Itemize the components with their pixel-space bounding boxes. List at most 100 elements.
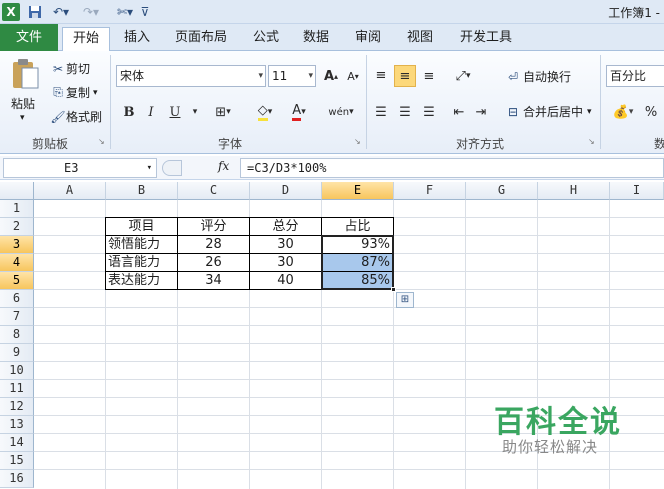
grow-font-icon[interactable]: A ▴ bbox=[320, 65, 342, 87]
table-cell[interactable]: 93% bbox=[322, 236, 390, 254]
fill-color-icon[interactable]: ◇ ▾ bbox=[250, 101, 280, 123]
excel-app-icon[interactable]: X bbox=[2, 3, 20, 21]
wrap-text-button[interactable]: ⏎ 自动换行 bbox=[503, 68, 571, 85]
row-header[interactable]: 4 bbox=[0, 254, 34, 272]
table-cell[interactable]: 87% bbox=[322, 254, 390, 272]
row-header[interactable]: 9 bbox=[0, 344, 34, 362]
table-cell[interactable]: 语言能力 bbox=[108, 254, 177, 272]
tab-formulas[interactable]: 公式 bbox=[246, 27, 286, 51]
row-header[interactable]: 13 bbox=[0, 416, 34, 434]
row-header[interactable]: 14 bbox=[0, 434, 34, 452]
undo-icon[interactable]: ↶▾ bbox=[50, 3, 72, 21]
table-header-cell[interactable]: 评分 bbox=[178, 218, 249, 236]
customize-quick-access-icon[interactable]: ⊽ bbox=[140, 3, 150, 21]
row-header[interactable]: 15 bbox=[0, 452, 34, 470]
alignment-launcher-icon[interactable]: ↘ bbox=[588, 137, 595, 146]
format-painter-button[interactable]: 🖌 格式刷 bbox=[50, 108, 102, 125]
clipboard-launcher-icon[interactable]: ↘ bbox=[98, 137, 105, 146]
redo-icon[interactable]: ↷▾ bbox=[80, 3, 102, 21]
formula-bar-splitter[interactable] bbox=[162, 160, 182, 176]
row-header[interactable]: 11 bbox=[0, 380, 34, 398]
tab-home[interactable]: 开始 bbox=[62, 27, 110, 52]
table-cell[interactable]: 30 bbox=[250, 254, 321, 272]
tools-icon[interactable]: ✄▾ bbox=[112, 3, 138, 21]
number-format-select[interactable]: 百分比 bbox=[606, 65, 664, 87]
tab-file[interactable]: 文件 bbox=[0, 24, 58, 51]
align-top-icon[interactable]: ≡ bbox=[370, 64, 392, 86]
select-all-corner[interactable] bbox=[0, 182, 34, 200]
column-header-f[interactable]: F bbox=[394, 182, 466, 200]
align-bottom-icon[interactable]: ≡ bbox=[418, 65, 440, 87]
paste-icon[interactable] bbox=[8, 57, 42, 91]
font-name-select[interactable]: 宋体 ▾ bbox=[116, 65, 266, 87]
italic-button[interactable]: I bbox=[140, 101, 162, 123]
name-box-dropdown-icon[interactable]: ▾ bbox=[147, 159, 152, 177]
table-header-cell[interactable]: 总分 bbox=[250, 218, 321, 236]
row-header[interactable]: 16 bbox=[0, 470, 34, 488]
underline-button[interactable]: U bbox=[164, 101, 186, 123]
table-cell[interactable]: 表达能力 bbox=[108, 272, 177, 290]
row-header[interactable]: 12 bbox=[0, 398, 34, 416]
auto-fill-options-icon[interactable]: ⊞ bbox=[396, 292, 414, 308]
tab-data[interactable]: 数据 bbox=[296, 27, 336, 51]
save-icon[interactable] bbox=[26, 3, 44, 21]
formula-input[interactable]: =C3/D3*100% bbox=[240, 158, 664, 178]
underline-dropdown-icon[interactable]: ▾ bbox=[184, 101, 206, 123]
bold-button[interactable]: B bbox=[118, 101, 140, 123]
row-header[interactable]: 7 bbox=[0, 308, 34, 326]
column-header-h[interactable]: H bbox=[538, 182, 610, 200]
align-left-icon[interactable]: ☰ bbox=[370, 101, 392, 123]
font-launcher-icon[interactable]: ↘ bbox=[354, 137, 361, 146]
name-box[interactable]: E3 ▾ bbox=[3, 158, 157, 178]
align-middle-icon[interactable]: ≡ bbox=[394, 65, 416, 87]
tab-insert[interactable]: 插入 bbox=[116, 27, 158, 51]
table-cell[interactable]: 30 bbox=[250, 236, 321, 254]
cut-button[interactable]: ✂ 剪切 bbox=[50, 60, 90, 77]
table-header-cell[interactable]: 项目 bbox=[106, 218, 177, 236]
row-header[interactable]: 8 bbox=[0, 326, 34, 344]
paste-button[interactable]: 粘贴 bbox=[11, 95, 35, 112]
accounting-format-icon[interactable]: 💰 ▾ bbox=[608, 101, 638, 123]
column-header-i[interactable]: I bbox=[610, 182, 664, 200]
align-right-icon[interactable]: ☰ bbox=[418, 101, 440, 123]
font-color-icon[interactable]: A ▾ bbox=[284, 101, 314, 123]
column-header-b[interactable]: B bbox=[106, 182, 178, 200]
tab-page-layout[interactable]: 页面布局 bbox=[168, 27, 234, 51]
paste-dropdown-icon[interactable]: ▾ bbox=[20, 113, 25, 123]
row-header[interactable]: 6 bbox=[0, 290, 34, 308]
table-cell[interactable]: 26 bbox=[178, 254, 249, 272]
tab-review[interactable]: 审阅 bbox=[348, 27, 388, 51]
tab-view[interactable]: 视图 bbox=[400, 27, 440, 51]
borders-icon[interactable]: ⊞ ▾ bbox=[208, 101, 238, 123]
table-header-cell[interactable]: 占比 bbox=[322, 218, 393, 236]
column-header-d[interactable]: D bbox=[250, 182, 322, 200]
row-header[interactable]: 1 bbox=[0, 200, 34, 218]
decrease-indent-icon[interactable]: ⇤ bbox=[448, 101, 470, 123]
row-header[interactable]: 10 bbox=[0, 362, 34, 380]
orientation-icon[interactable]: ⤢ ▾ bbox=[448, 65, 478, 87]
shrink-font-icon[interactable]: A ▾ bbox=[342, 65, 364, 87]
align-center-icon[interactable]: ☰ bbox=[394, 101, 416, 123]
phonetic-icon[interactable]: wén ▾ bbox=[324, 101, 358, 123]
font-size-select[interactable]: 11 ▾ bbox=[268, 65, 316, 87]
table-cell[interactable]: 领悟能力 bbox=[108, 236, 177, 254]
row-header[interactable]: 2 bbox=[0, 218, 34, 236]
column-header-c[interactable]: C bbox=[178, 182, 250, 200]
merge-center-button[interactable]: ⊟ 合并后居中 ▾ bbox=[503, 103, 592, 120]
brush-icon: 🖌 bbox=[50, 109, 66, 124]
table-cell[interactable]: 28 bbox=[178, 236, 249, 254]
row-header[interactable]: 3 bbox=[0, 236, 34, 254]
row-header[interactable]: 5 bbox=[0, 272, 34, 290]
table-cell[interactable]: 34 bbox=[178, 272, 249, 290]
copy-button[interactable]: ⎘ 复制 ▾ bbox=[50, 84, 97, 101]
table-cell[interactable]: 40 bbox=[250, 272, 321, 290]
insert-function-icon[interactable]: fx bbox=[218, 159, 229, 173]
tab-developer[interactable]: 开发工具 bbox=[454, 27, 518, 51]
column-header-a[interactable]: A bbox=[34, 182, 106, 200]
table-cell[interactable]: 85% bbox=[322, 272, 390, 290]
increase-indent-icon[interactable]: ⇥ bbox=[470, 101, 492, 123]
column-header-g[interactable]: G bbox=[466, 182, 538, 200]
watermark-title: 百科全说 bbox=[494, 405, 622, 440]
percent-style-button[interactable]: % bbox=[640, 101, 662, 123]
column-header-e[interactable]: E bbox=[322, 182, 394, 200]
